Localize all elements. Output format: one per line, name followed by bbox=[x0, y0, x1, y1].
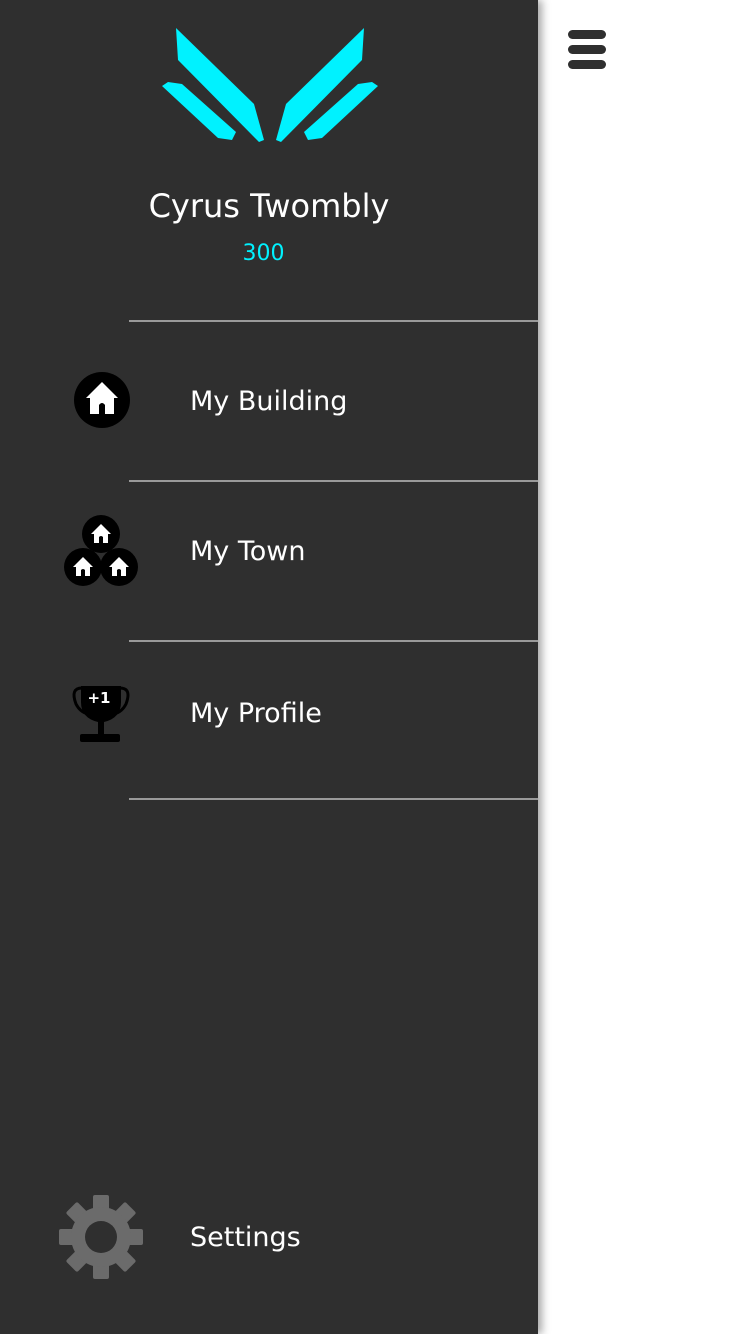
user-points: 300 bbox=[242, 241, 285, 266]
gear-icon bbox=[59, 1195, 143, 1279]
navigation-drawer: Cyrus Twombly 300 My Building My Town +1… bbox=[0, 0, 538, 1334]
wings-logo bbox=[162, 28, 378, 142]
menu-label-my-profile: My Profile bbox=[190, 698, 322, 729]
menu-item-settings[interactable]: Settings bbox=[0, 1178, 538, 1298]
divider bbox=[129, 640, 538, 642]
hamburger-menu-icon[interactable] bbox=[566, 28, 608, 72]
menu-item-my-building[interactable]: My Building bbox=[0, 340, 538, 460]
menu-label-settings: Settings bbox=[190, 1222, 301, 1253]
divider bbox=[129, 798, 538, 800]
menu-label-my-building: My Building bbox=[190, 386, 348, 417]
app-screen: Cyrus Twombly 300 My Building My Town +1… bbox=[0, 0, 750, 1334]
hamburger-bar bbox=[568, 60, 606, 69]
menu-item-my-town[interactable]: My Town bbox=[0, 490, 538, 610]
menu-item-my-profile[interactable]: +1 My Profile bbox=[0, 652, 538, 772]
trophy-badge-text: +1 bbox=[87, 689, 110, 707]
menu-label-my-town: My Town bbox=[190, 536, 306, 567]
houses-cluster-icon bbox=[64, 515, 138, 586]
divider bbox=[129, 320, 538, 322]
user-name: Cyrus Twombly bbox=[148, 187, 390, 225]
hamburger-bar bbox=[568, 30, 606, 39]
divider bbox=[129, 480, 538, 482]
hamburger-bar bbox=[568, 45, 606, 54]
trophy-plus-one-icon: +1 bbox=[72, 686, 130, 742]
house-circle-icon bbox=[74, 372, 130, 428]
